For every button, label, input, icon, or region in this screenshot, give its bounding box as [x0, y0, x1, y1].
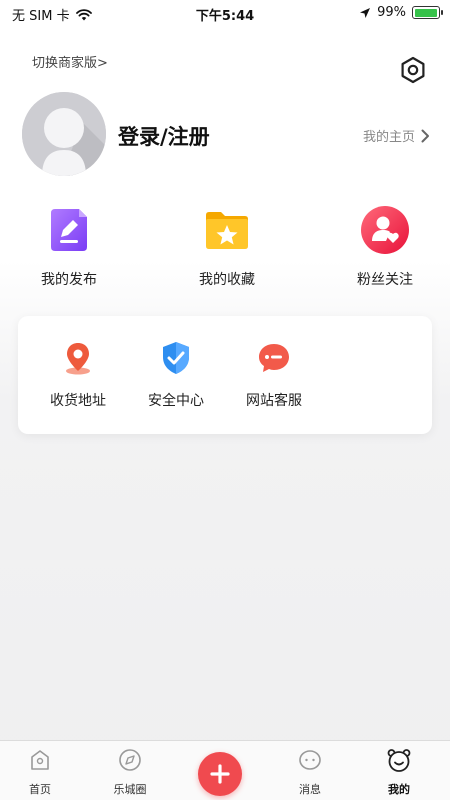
shipping-address-button[interactable]: 收货地址: [33, 340, 123, 410]
avatar[interactable]: [22, 92, 106, 176]
tab-circle-label: 乐城圈: [113, 783, 147, 796]
edit-document-icon: [51, 209, 87, 251]
status-bar: 无 SIM 卡 下午5:44 99%: [0, 0, 450, 26]
tab-circle[interactable]: 乐城圈: [95, 747, 165, 797]
fans-follow-button[interactable]: 粉丝关注: [330, 205, 440, 289]
chat-bubble-icon: [259, 344, 289, 372]
security-center-label: 安全中心: [148, 393, 204, 409]
battery-percent: 99%: [377, 5, 406, 20]
my-posts-button[interactable]: 我的发布: [14, 205, 124, 289]
shield-check-icon: [163, 342, 189, 374]
my-homepage-link[interactable]: 我的主页: [363, 126, 430, 145]
tab-mine[interactable]: 我的: [364, 747, 434, 797]
tab-messages-label: 消息: [299, 783, 321, 796]
status-right: 99%: [359, 5, 443, 20]
tab-home-label: 首页: [29, 783, 51, 796]
star-folder-icon: [206, 212, 248, 249]
switch-merchant-link[interactable]: 切换商家版>: [32, 52, 108, 71]
login-register-link[interactable]: 登录/注册: [118, 121, 210, 151]
tab-mine-label: 我的: [388, 783, 410, 796]
profile-face-icon: [387, 749, 411, 772]
plus-icon: [210, 764, 230, 784]
customer-service-label: 网站客服: [246, 393, 302, 409]
message-icon: [299, 750, 321, 770]
compass-icon: [119, 749, 141, 771]
my-favorites-button[interactable]: 我的收藏: [172, 205, 282, 289]
quick-actions: 我的发布 我的收藏 粉丝关注: [0, 205, 450, 295]
services-card: 收货地址 安全中心 网站客服: [18, 316, 432, 434]
my-favorites-label: 我的收藏: [199, 272, 255, 288]
chevron-right-icon: [421, 129, 429, 142]
my-homepage-label: 我的主页: [362, 130, 415, 145]
battery-icon: [412, 6, 443, 19]
tab-home[interactable]: 首页: [5, 747, 75, 797]
location-arrow-icon: [360, 7, 371, 18]
home-icon: [31, 750, 49, 770]
fans-follow-label: 粉丝关注: [357, 272, 413, 288]
publish-plus-button[interactable]: [198, 752, 242, 796]
customer-service-button[interactable]: 网站客服: [229, 340, 319, 410]
tab-messages[interactable]: 消息: [275, 747, 345, 797]
my-posts-label: 我的发布: [41, 272, 97, 288]
fans-heart-icon: [361, 206, 409, 254]
location-pin-icon: [66, 343, 90, 375]
battery-fill: [414, 8, 438, 17]
shipping-address-label: 收货地址: [50, 393, 106, 409]
security-center-button[interactable]: 安全中心: [131, 340, 221, 410]
profile-page: 无 SIM 卡 下午5:44 99% 切换商家版> 登录/注册 我的主页 我的发…: [0, 0, 450, 800]
settings-icon[interactable]: [398, 55, 428, 85]
default-avatar-icon: [22, 92, 106, 176]
